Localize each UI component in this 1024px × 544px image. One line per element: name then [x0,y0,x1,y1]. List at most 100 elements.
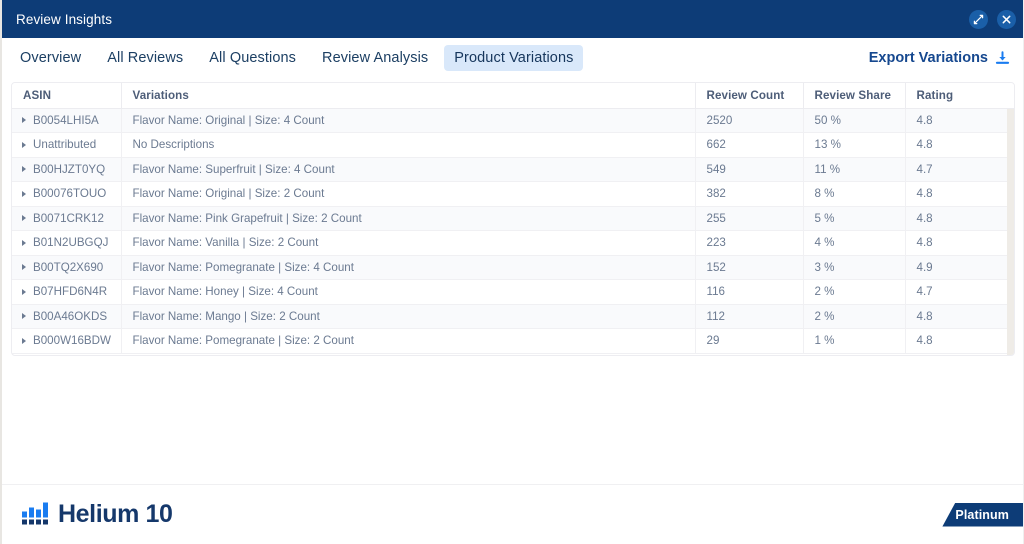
table-row[interactable]: B00HJZT0YQ Flavor Name: Superfruit | Size… [12,157,1014,182]
cell-rating: 4.7 [905,279,1014,305]
tab-bar: Overview All Reviews All Questions Revie… [2,38,1023,78]
variations-table: ASIN Variations Review Count Review Shar… [12,83,1014,354]
cell-asin: B01N2UBGQJ [12,230,122,256]
asin-label: B0054LHI5A [33,113,99,127]
tab-overview[interactable]: Overview [10,45,91,71]
tab-review-analysis[interactable]: Review Analysis [312,45,438,71]
asin-label: B00TQ2X690 [33,260,104,274]
cell-review-count: 2520 [695,108,804,133]
expand-row-caret-icon[interactable] [22,117,26,124]
column-header-asin[interactable]: ASIN [12,83,122,109]
cell-variations: No Descriptions [121,132,696,158]
cell-rating: 4.8 [905,181,1014,207]
close-icon[interactable] [997,9,1016,29]
table-header-row: ASIN Variations Review Count Review Shar… [12,83,1014,109]
asin-cell-inner: B00076TOUO [22,187,120,201]
asin-label: B00076TOUO [33,187,107,201]
asin-cell-inner: B0071CRK12 [22,211,120,225]
cell-review-share: 2 % [803,304,906,329]
asin-cell-inner: B00TQ2X690 [22,260,120,274]
review-insights-window: Review Insights Overview All Reviews All… [0,0,1024,544]
table-row[interactable]: B000W16BDW Flavor Name: Pomegranate | Siz… [12,328,1014,354]
cell-variations: Flavor Name: Original | Size: 2 Count [121,181,696,207]
table-header: ASIN Variations Review Count Review Shar… [12,83,1014,109]
cell-asin: Unattributed [12,132,122,158]
cell-variations: Flavor Name: Superfruit | Size: 4 Count [121,157,696,182]
expand-diagonal-icon[interactable] [969,9,988,29]
expand-row-caret-icon[interactable] [22,264,26,271]
column-header-review-count[interactable]: Review Count [695,83,804,109]
cell-rating: 4.8 [905,132,1014,158]
export-variations-button[interactable]: Export Variations [869,50,1012,66]
cell-asin: B00076TOUO [12,181,122,207]
table-row[interactable]: B0071CRK12 Flavor Name: Pink Grapefruit |… [12,206,1014,231]
table-vertical-scrollbar[interactable] [1007,109,1014,355]
cell-asin: B0054LHI5A [12,108,122,133]
cell-review-count: 223 [695,230,804,256]
cell-review-share: 8 % [803,181,906,207]
cell-variations: Flavor Name: Mango | Size: 2 Count [121,304,696,329]
cell-rating: 4.8 [905,230,1014,256]
cell-variations: Flavor Name: Pink Grapefruit | Size: 2 C… [121,206,696,231]
cell-review-share: 1 % [803,328,906,354]
cell-review-count: 116 [695,279,804,305]
table-row[interactable]: B07HFD6N4R Flavor Name: Honey | Size: 4 C… [12,279,1014,305]
cell-asin: B00A46OKDS [12,304,122,329]
export-variations-label: Export Variations [868,50,988,66]
expand-row-caret-icon[interactable] [22,141,26,148]
cell-rating: 4.8 [905,206,1014,231]
cell-review-share: 4 % [803,230,906,256]
tab-all-questions[interactable]: All Questions [199,45,306,71]
helium10-logo-text: Helium 10 [58,500,173,528]
cell-rating: 4.8 [905,304,1014,329]
asin-label: B000W16BDW [33,334,111,348]
cell-variations: Flavor Name: Pomegranate | Size: 4 Count [121,255,696,280]
table-row[interactable]: B00TQ2X690 Flavor Name: Pomegranate | Siz… [12,255,1014,280]
cell-asin: B00HJZT0YQ [12,157,122,182]
tab-all-reviews[interactable]: All Reviews [97,45,193,71]
expand-row-caret-icon[interactable] [22,313,26,320]
cell-asin: B00TQ2X690 [12,255,122,280]
cell-review-count: 382 [695,181,804,207]
table-row[interactable]: B00076TOUO Flavor Name: Original | Size: … [12,181,1014,207]
tab-product-variations[interactable]: Product Variations [444,45,584,71]
table-row[interactable]: B01N2UBGQJ Flavor Name: Vanilla | Size: 2… [12,230,1014,256]
plan-badge-platinum[interactable]: Platinum [942,502,1023,527]
asin-cell-inner: B00A46OKDS [22,309,120,323]
window-titlebar: Review Insights [2,0,1023,38]
asin-cell-inner: Unattributed [22,138,120,152]
cell-variations: Flavor Name: Honey | Size: 4 Count [121,279,696,305]
column-header-review-share[interactable]: Review Share [803,83,906,109]
expand-row-caret-icon[interactable] [22,215,26,222]
cell-review-count: 112 [695,304,804,329]
expand-row-caret-icon[interactable] [22,337,26,344]
asin-cell-inner: B07HFD6N4R [22,285,120,298]
asin-cell-inner: B000W16BDW [22,334,120,348]
asin-cell-inner: B00HJZT0YQ [22,163,120,176]
helium10-logo: Helium 10 [22,500,173,530]
table-row[interactable]: B0054LHI5A Flavor Name: Original | Size: … [12,108,1014,133]
cell-review-share: 13 % [803,132,906,158]
variations-table-container: ASIN Variations Review Count Review Shar… [11,82,1015,356]
cell-variations: Flavor Name: Original | Size: 4 Count [121,108,696,133]
column-header-variations[interactable]: Variations [121,83,696,109]
asin-label: Unattributed [33,138,97,152]
table-row[interactable]: Unattributed No Descriptions 662 13 % 4.8 [12,132,1014,158]
cell-asin: B000W16BDW [12,328,122,354]
cell-rating: 4.8 [905,108,1014,133]
cell-rating: 4.7 [905,157,1014,182]
window-title: Review Insights [16,11,113,27]
cell-review-share: 2 % [803,279,906,305]
table-row[interactable]: B00A46OKDS Flavor Name: Mango | Size: 2 C… [12,304,1014,329]
asin-label: B0071CRK12 [33,211,104,225]
expand-row-caret-icon[interactable] [22,190,26,197]
expand-row-caret-icon[interactable] [22,166,26,173]
expand-row-caret-icon[interactable] [22,239,26,246]
column-header-rating[interactable]: Rating [905,83,1014,109]
asin-cell-inner: B01N2UBGQJ [22,236,120,249]
expand-row-caret-icon[interactable] [22,288,26,295]
cell-review-count: 29 [695,328,804,354]
cell-rating: 4.9 [905,255,1014,280]
asin-label: B00A46OKDS [33,309,108,323]
cell-review-share: 11 % [803,157,906,182]
